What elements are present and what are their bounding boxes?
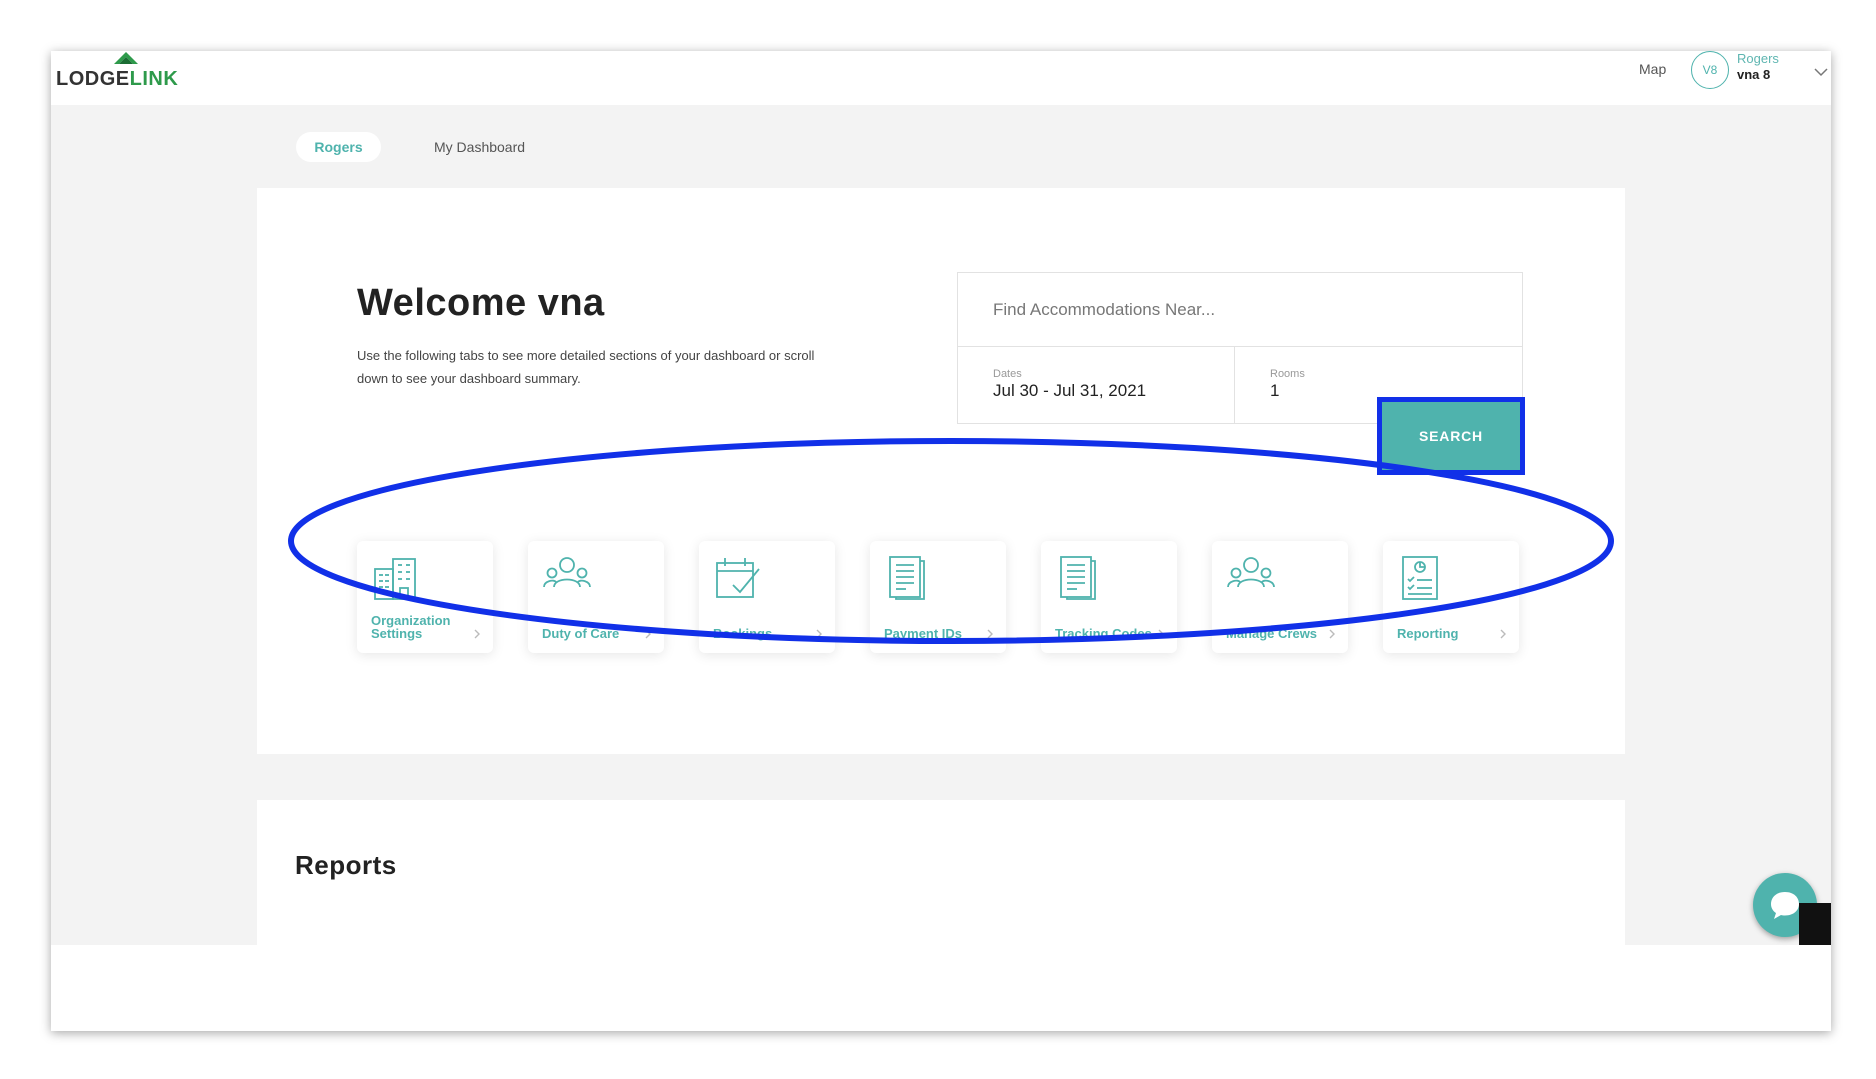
tile-label: Organization Settings — [371, 613, 451, 641]
tile-label: Bookings — [713, 626, 773, 641]
logo-roof-icon — [114, 52, 138, 64]
rooms-value: 1 — [1270, 381, 1280, 400]
document-icon — [1060, 556, 1096, 600]
chevron-right-icon — [474, 629, 480, 639]
avatar[interactable]: V8 — [1691, 51, 1729, 89]
logo-wordmark: LODGELINK — [56, 68, 179, 90]
user-name-label: vna 8 — [1737, 67, 1771, 82]
calendar-check-icon — [716, 558, 760, 598]
tile-bookings[interactable]: Bookings — [699, 541, 835, 653]
tile-label: Duty of Care — [542, 626, 620, 641]
chevron-right-icon — [816, 629, 822, 639]
tile-tracking-codes[interactable]: Tracking Codes — [1041, 541, 1177, 653]
top-header: LODGELINK Map V8 Rogers vna 8 — [51, 51, 1831, 105]
lodgelink-logo[interactable]: LODGELINK — [56, 51, 186, 105]
building-icon — [374, 558, 416, 600]
tile-payment-ids[interactable]: Payment IDs — [870, 541, 1006, 653]
tile-duty-of-care[interactable]: Duty of Care — [528, 541, 664, 653]
rooms-label: Rooms — [1270, 368, 1305, 380]
tile-label: Manage Crews — [1226, 626, 1318, 641]
app-window: LODGELINK Map V8 Rogers vna 8 Rogers My … — [51, 51, 1831, 1031]
chevron-right-icon — [1500, 629, 1506, 639]
chat-bubble-icon — [1771, 892, 1799, 919]
tile-manage-crews[interactable]: Manage Crews — [1212, 541, 1348, 653]
tile-label: Reporting — [1397, 626, 1459, 641]
page-title: Welcome vna — [357, 282, 605, 324]
people-icon — [1227, 557, 1275, 588]
document-icon — [889, 556, 925, 600]
corner-badge — [1799, 903, 1831, 945]
chevron-right-icon — [645, 629, 651, 639]
map-link[interactable]: Map — [1639, 61, 1666, 77]
page-bottom-area — [51, 945, 1831, 1031]
tile-label: Payment IDs — [884, 626, 963, 641]
welcome-card: Welcome vna Use the following tabs to se… — [257, 188, 1625, 754]
chevron-right-icon — [1329, 629, 1335, 639]
search-button[interactable]: SEARCH — [1377, 397, 1525, 475]
welcome-description: Use the following tabs to see more detai… — [357, 348, 815, 386]
chevron-right-icon — [1158, 629, 1164, 639]
tile-organization-settings[interactable]: Organization Settings — [357, 541, 493, 653]
people-icon — [543, 557, 591, 588]
tile-reporting[interactable]: Reporting — [1383, 541, 1519, 653]
tab-rogers[interactable]: Rogers — [296, 132, 381, 162]
dates-label: Dates — [993, 368, 1022, 380]
chevron-right-icon — [987, 629, 993, 639]
dashboard-tiles: Organization Settings Duty of Care Booki… — [357, 541, 1519, 653]
report-clipboard-icon — [1402, 556, 1438, 600]
tile-label: Tracking Codes — [1055, 626, 1152, 641]
rooms-field[interactable]: Rooms 1 — [1235, 347, 1375, 424]
chevron-down-icon[interactable] — [1813, 67, 1829, 77]
user-org-label: Rogers — [1737, 51, 1779, 66]
tab-my-dashboard[interactable]: My Dashboard — [434, 132, 525, 162]
dates-field[interactable]: Dates Jul 30 - Jul 31, 2021 — [958, 347, 1235, 424]
reports-heading: Reports — [295, 850, 397, 880]
dates-value: Jul 30 - Jul 31, 2021 — [993, 381, 1147, 400]
search-input[interactable] — [958, 273, 1522, 347]
